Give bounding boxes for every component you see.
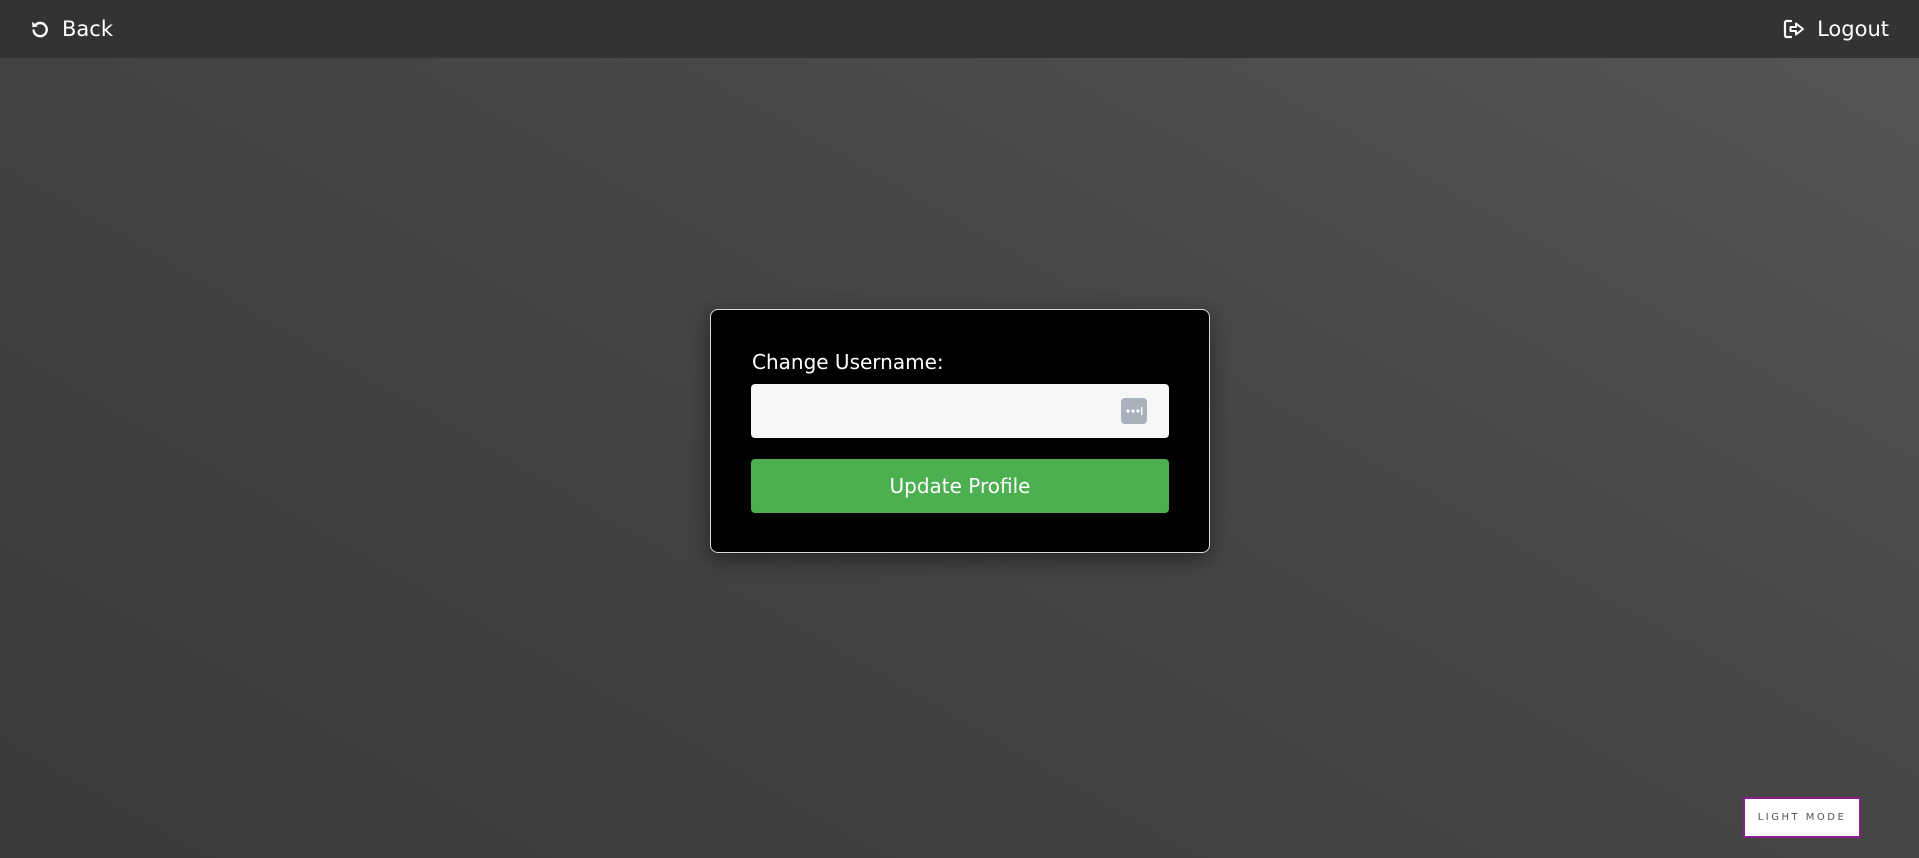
light-mode-toggle[interactable]: LIGHT MODE	[1743, 797, 1861, 838]
password-manager-icon[interactable]	[1121, 398, 1147, 424]
undo-arrow-icon	[30, 19, 50, 39]
back-label: Back	[62, 17, 113, 41]
sign-out-icon	[1783, 19, 1805, 39]
username-field-wrapper	[751, 384, 1169, 438]
profile-card: Change Username: Update Profile	[710, 309, 1210, 553]
logout-label: Logout	[1817, 17, 1889, 41]
logout-button[interactable]: Logout	[1783, 17, 1889, 41]
change-username-label: Change Username:	[752, 350, 944, 374]
top-bar: Back Logout	[0, 0, 1919, 58]
username-input[interactable]	[751, 384, 1169, 438]
update-profile-button[interactable]: Update Profile	[751, 459, 1169, 513]
back-button[interactable]: Back	[30, 17, 113, 41]
